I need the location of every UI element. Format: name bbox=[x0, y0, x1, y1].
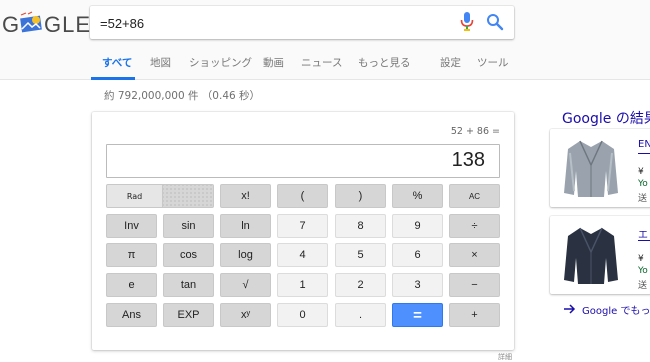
key-pi[interactable]: π bbox=[106, 243, 157, 267]
result-stats: 約 792,000,000 件 （0.46 秒） bbox=[104, 90, 261, 102]
rad-option[interactable]: Rad bbox=[107, 185, 163, 207]
product-title-underline bbox=[638, 240, 650, 241]
key-log[interactable]: log bbox=[220, 243, 271, 267]
tab-tools[interactable]: ツール bbox=[477, 55, 509, 70]
key-power[interactable]: xʸ bbox=[220, 303, 271, 327]
key-divide[interactable]: ÷ bbox=[449, 214, 500, 238]
key-6[interactable]: 6 bbox=[392, 243, 443, 267]
tab-news[interactable]: ニュース bbox=[301, 55, 342, 70]
key-inverse[interactable]: Inv bbox=[106, 214, 157, 238]
key-cos[interactable]: cos bbox=[163, 243, 214, 267]
product-title-underline bbox=[638, 153, 650, 154]
key-equals[interactable]: = bbox=[392, 303, 443, 327]
key-e[interactable]: e bbox=[106, 273, 157, 297]
key-percent[interactable]: % bbox=[392, 184, 443, 208]
details-link[interactable]: 詳細 bbox=[498, 352, 512, 362]
product-card[interactable]: エ ¥ Yo 送 bbox=[550, 216, 650, 294]
navy-blazer-image bbox=[564, 227, 618, 284]
more-on-google-link[interactable]: Google でもっと見る bbox=[582, 302, 650, 317]
logo-letters-gle: GLE bbox=[44, 12, 92, 37]
key-5[interactable]: 5 bbox=[335, 243, 386, 267]
tab-videos[interactable]: 動画 bbox=[263, 55, 284, 70]
calculator-result: 138 bbox=[451, 149, 485, 171]
key-1[interactable]: 1 bbox=[277, 273, 328, 297]
grey-blazer-image bbox=[564, 140, 618, 197]
product-title[interactable]: エ bbox=[638, 226, 648, 241]
tab-more[interactable]: もっと見る bbox=[358, 55, 411, 70]
key-sin[interactable]: sin bbox=[163, 214, 214, 238]
key-exp[interactable]: EXP bbox=[163, 303, 214, 327]
key-decimal[interactable]: . bbox=[335, 303, 386, 327]
key-0[interactable]: 0 bbox=[277, 303, 328, 327]
key-ln[interactable]: ln bbox=[220, 214, 271, 238]
key-close-paren[interactable]: ) bbox=[335, 184, 386, 208]
search-box bbox=[90, 6, 514, 39]
key-subtract[interactable]: − bbox=[449, 273, 500, 297]
key-all-clear[interactable]: AC bbox=[449, 184, 500, 208]
key-sqrt[interactable]: √ bbox=[220, 273, 271, 297]
key-7[interactable]: 7 bbox=[277, 214, 328, 238]
shopping-results-title[interactable]: Google の結果 bbox=[562, 108, 650, 128]
calculator-history: 52 + 86 = bbox=[450, 126, 500, 137]
search-icon[interactable] bbox=[486, 13, 504, 31]
tab-maps[interactable]: 地図 bbox=[150, 55, 171, 70]
tab-shopping[interactable]: ショッピング bbox=[189, 55, 252, 70]
product-price: ¥ bbox=[638, 167, 644, 177]
key-open-paren[interactable]: ( bbox=[277, 184, 328, 208]
key-multiply[interactable]: × bbox=[449, 243, 500, 267]
arrow-right-icon bbox=[564, 304, 576, 314]
tab-settings[interactable]: 設定 bbox=[440, 55, 461, 70]
product-title[interactable]: EN bbox=[638, 139, 650, 150]
search-input[interactable] bbox=[100, 13, 440, 33]
key-4[interactable]: 4 bbox=[277, 243, 328, 267]
active-tab-indicator bbox=[91, 77, 135, 80]
microphone-icon[interactable] bbox=[460, 12, 474, 32]
product-store: Yo bbox=[638, 179, 648, 189]
key-tan[interactable]: tan bbox=[163, 273, 214, 297]
key-add[interactable]: + bbox=[449, 303, 500, 327]
product-shipping: 送 bbox=[638, 281, 648, 291]
key-8[interactable]: 8 bbox=[335, 214, 386, 238]
key-factorial[interactable]: x! bbox=[220, 184, 271, 208]
deg-option[interactable] bbox=[163, 185, 213, 207]
product-price: ¥ bbox=[638, 254, 644, 264]
key-ans[interactable]: Ans bbox=[106, 303, 157, 327]
key-3[interactable]: 3 bbox=[392, 273, 443, 297]
google-doodle-logo[interactable]: G GLE bbox=[0, 6, 90, 40]
search-tabs: すべて 地図 ショッピング 動画 ニュース もっと見る 設定 ツール bbox=[0, 52, 650, 80]
product-card[interactable]: EN ¥ Yo 送 bbox=[550, 129, 650, 207]
rad-deg-toggle[interactable]: Rad bbox=[106, 184, 214, 208]
product-store: Yo bbox=[638, 266, 648, 276]
key-2[interactable]: 2 bbox=[335, 273, 386, 297]
header-bar: G GLE すべて 地図 ショッピング 動画 ニュース もっと見る 設定 ツール bbox=[0, 0, 650, 80]
calculator-display: 138 bbox=[106, 144, 500, 178]
tab-all[interactable]: すべて bbox=[102, 55, 132, 70]
product-shipping: 送 bbox=[638, 194, 648, 204]
key-9[interactable]: 9 bbox=[392, 214, 443, 238]
doodle-icon bbox=[20, 11, 42, 33]
